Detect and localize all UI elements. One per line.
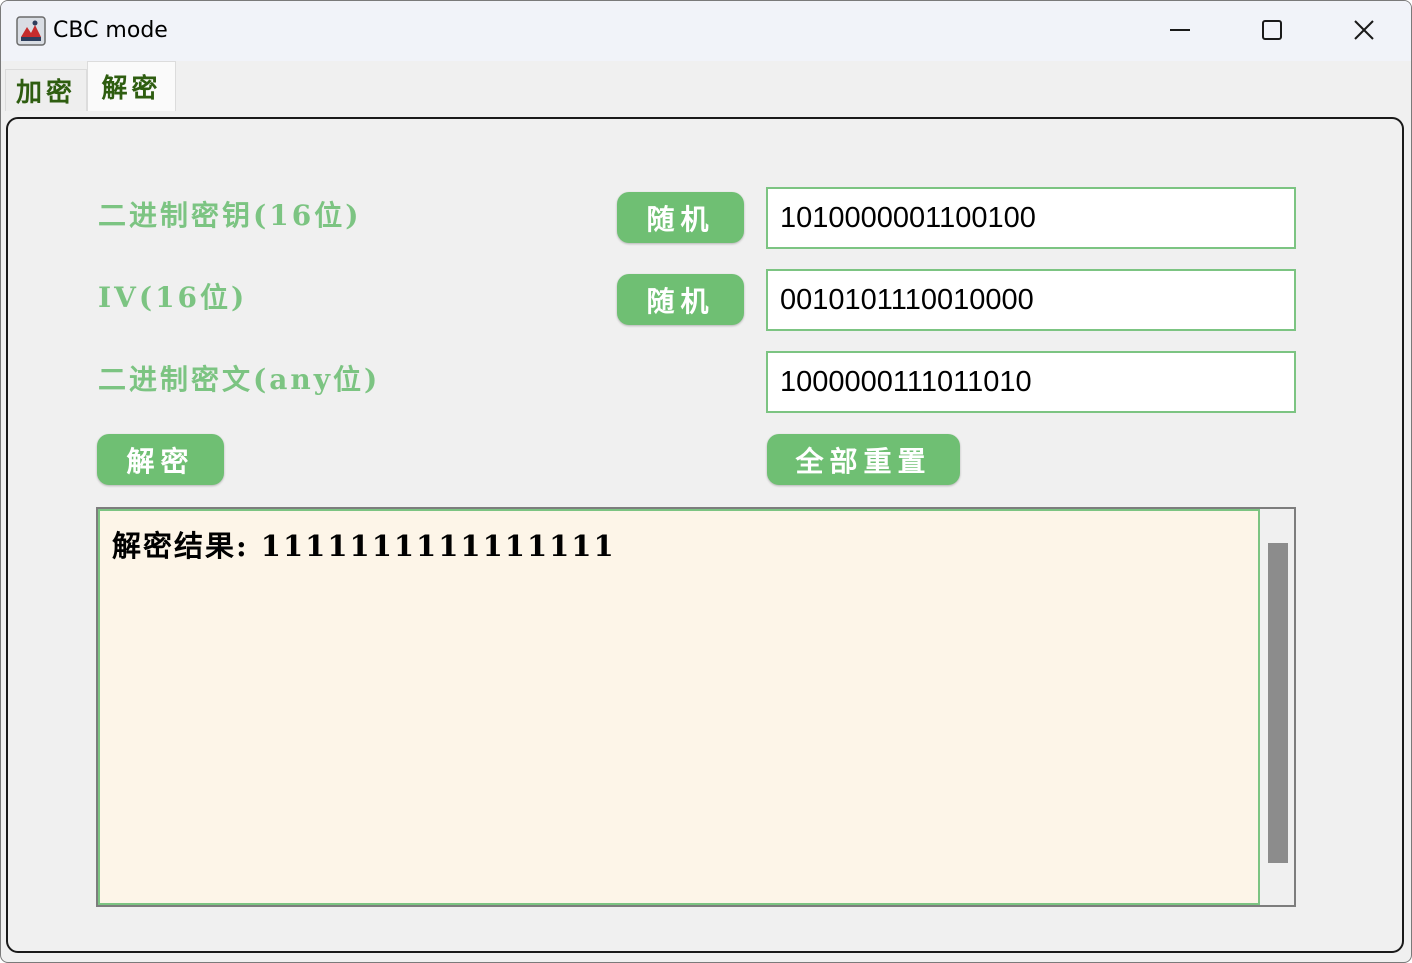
ciphertext-input[interactable]: 1000000111011010 [766, 351, 1296, 413]
scrollbar-thumb[interactable] [1268, 543, 1288, 863]
key-input[interactable]: 1010000001100100 [766, 187, 1296, 249]
ciphertext-label: 二进制密文(any位) [98, 363, 381, 396]
close-icon [1354, 20, 1374, 40]
reset-all-button[interactable]: 全部重置 [767, 434, 960, 485]
tab-encrypt[interactable]: 加密 [5, 69, 87, 111]
vertical-scrollbar[interactable] [1260, 509, 1294, 905]
result-text: 解密结果: 1111111111111111 [112, 529, 616, 563]
title-bar[interactable]: CBC mode [1, 1, 1411, 61]
minimize-button[interactable] [1134, 1, 1226, 59]
iv-input[interactable]: 0010101110010000 [766, 269, 1296, 331]
tab-decrypt[interactable]: 解密 [87, 61, 176, 111]
iv-label: IV(16位) [98, 281, 248, 314]
decrypt-button[interactable]: 解密 [97, 434, 224, 485]
random-key-button[interactable]: 随机 [617, 192, 744, 243]
app-window: CBC mode 加密 解密 二进制密钥(16位) 随机 10100000011… [0, 0, 1412, 963]
close-button[interactable] [1318, 1, 1410, 59]
window-title: CBC mode [53, 18, 168, 43]
result-textarea[interactable]: 解密结果: 1111111111111111 [98, 509, 1260, 905]
java-app-icon [16, 16, 46, 46]
random-iv-button[interactable]: 随机 [617, 274, 744, 325]
maximize-button[interactable] [1226, 1, 1318, 59]
tab-strip: 加密 解密 [1, 61, 1411, 111]
result-scroll-pane: 解密结果: 1111111111111111 [96, 507, 1296, 907]
key-label: 二进制密钥(16位) [98, 199, 362, 232]
minimize-icon [1170, 29, 1190, 31]
maximize-icon [1262, 20, 1282, 40]
